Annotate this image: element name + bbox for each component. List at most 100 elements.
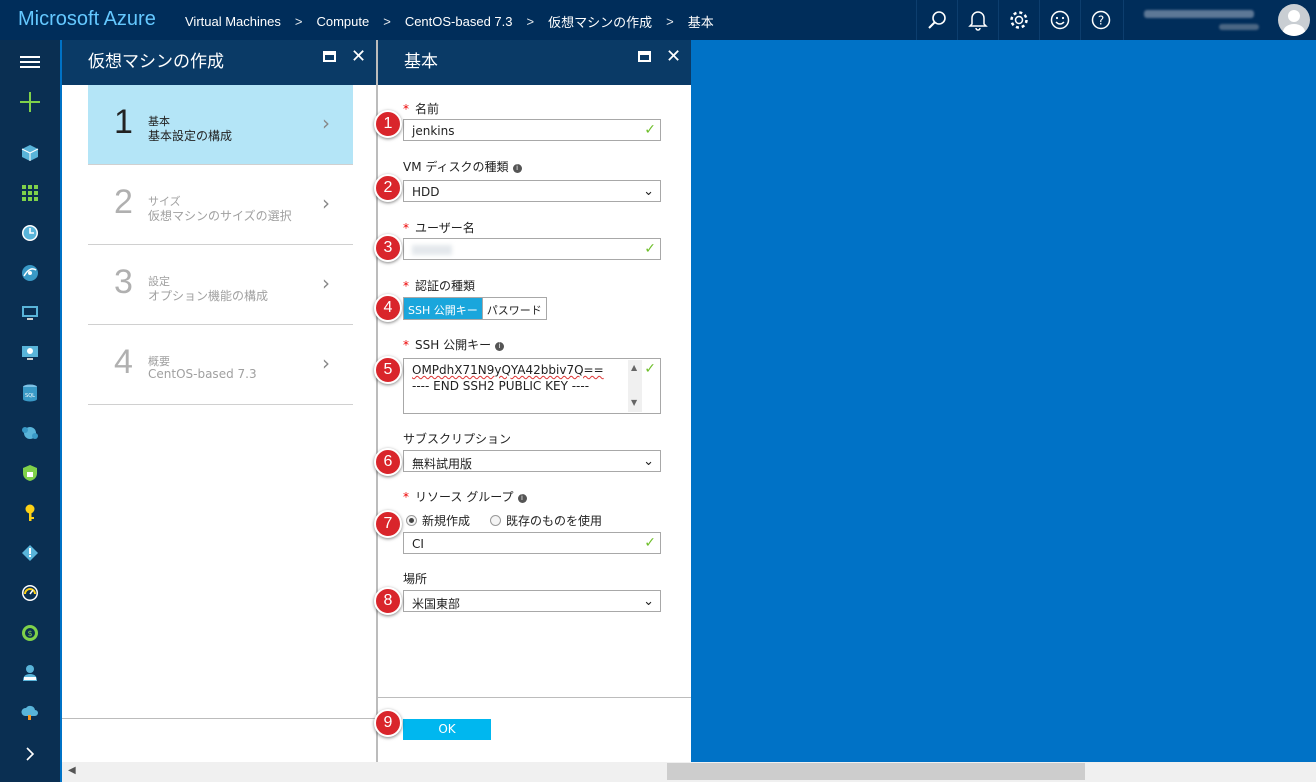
annotation-badge: 5 <box>374 356 402 384</box>
info-icon: i <box>512 164 522 173</box>
breadcrumb-basics[interactable]: 基本 <box>688 12 714 31</box>
ssh-key-hidden-line: ~~~~~~~~~~~~~~~~~~~~~~~~~~~~~~~~~~~~ <box>412 355 774 359</box>
smiley-icon[interactable] <box>1039 0 1080 40</box>
auth-type-label: * 認証の種類 <box>403 279 476 293</box>
step-basics[interactable]: 1 基本 基本設定の構成 › <box>88 85 353 165</box>
step-summary[interactable]: 4 概要 CentOS-based 7.3 › <box>88 325 353 405</box>
scroll-left-icon[interactable]: ◀ <box>68 765 76 776</box>
top-bar: Microsoft Azure Virtual Machines > Compu… <box>0 0 1316 40</box>
name-input[interactable]: jenkins ✓ <box>403 119 661 141</box>
devops-icon[interactable] <box>0 533 60 573</box>
breadcrumb-create-vm[interactable]: 仮想マシンの作成 <box>548 12 652 31</box>
maximize-icon[interactable] <box>323 51 336 62</box>
user-tenant-blurred <box>1219 24 1259 30</box>
subscription-select[interactable]: 無料試用版 ⌄ <box>403 450 661 472</box>
menu-icon[interactable] <box>0 42 60 82</box>
username-label: * ユーザー名 <box>403 221 475 235</box>
key-icon[interactable] <box>0 493 60 533</box>
close-icon[interactable]: ✕ <box>351 46 366 67</box>
textarea-scrollbar[interactable]: ▲ ▼ <box>628 360 642 412</box>
all-resources-icon[interactable] <box>0 173 60 213</box>
annotation-badge: 3 <box>374 234 402 262</box>
rg-new-radio[interactable]: 新規作成 <box>406 512 470 529</box>
location-select[interactable]: 米国東部 ⌄ <box>403 590 661 612</box>
chevron-right-icon: > <box>526 14 535 29</box>
breadcrumb-virtual-machines[interactable]: Virtual Machines <box>185 14 281 29</box>
svg-text:?: ? <box>1098 14 1104 28</box>
step-number: 1 <box>114 103 133 141</box>
close-icon[interactable]: ✕ <box>666 46 681 67</box>
blade-footer-divider <box>378 697 691 698</box>
help-icon[interactable]: ? <box>1080 0 1121 40</box>
gear-icon[interactable] <box>998 0 1039 40</box>
auth-type-toggle: SSH 公開キー パスワード <box>403 297 547 320</box>
rg-existing-radio[interactable]: 既存のものを使用 <box>490 512 602 529</box>
app-services-icon[interactable] <box>0 253 60 293</box>
breadcrumb: Virtual Machines > Compute > CentOS-base… <box>185 12 714 31</box>
cost-icon[interactable]: $ <box>0 613 60 653</box>
username-blurred <box>412 245 452 255</box>
name-value: jenkins <box>412 124 455 138</box>
step-settings[interactable]: 3 設定 オプション機能の構成 › <box>88 245 353 325</box>
disk-type-label: VM ディスクの種類 i <box>403 158 522 175</box>
breadcrumb-centos[interactable]: CentOS-based 7.3 <box>405 14 513 29</box>
bell-icon[interactable] <box>957 0 998 40</box>
left-nav: SQL $ <box>0 40 60 782</box>
chevron-down-icon: ⌄ <box>643 594 654 609</box>
ssh-key-label: * SSH 公開キー i <box>403 336 505 353</box>
brand-logo[interactable]: Microsoft Azure <box>18 8 156 31</box>
basics-blade: 基本 ✕ * 名前 jenkins ✓ VM ディスクの種類 i HDD ⌄ * ユー… <box>378 40 774 762</box>
recent-icon[interactable] <box>0 213 60 253</box>
breadcrumb-compute[interactable]: Compute <box>316 14 369 29</box>
username-input[interactable]: ✓ <box>403 238 661 260</box>
ok-button[interactable]: OK <box>403 719 491 740</box>
ssh-key-textarea[interactable]: ~~~~~~~~~~~~~~~~~~~~~~~~~~~~~~~~~~~~ OMP… <box>403 355 774 414</box>
subscription-value: 無料試用版 <box>412 457 473 471</box>
auth-ssh-option[interactable]: SSH 公開キー <box>404 298 482 319</box>
expand-icon[interactable] <box>0 734 60 774</box>
annotation-badge: 1 <box>374 110 402 138</box>
security-icon[interactable] <box>0 453 60 493</box>
blade-title: 仮想マシンの作成 <box>88 52 224 71</box>
user-icon[interactable] <box>0 653 60 693</box>
cosmos-icon[interactable] <box>0 413 60 453</box>
step-number: 2 <box>114 183 133 221</box>
name-label: * 名前 <box>403 102 440 116</box>
virtual-machines-icon[interactable] <box>0 293 60 333</box>
resource-group-label: * リソース グループ i <box>403 488 527 505</box>
resource-group-input[interactable]: CI ✓ <box>403 532 661 554</box>
disk-type-select[interactable]: HDD ⌄ <box>403 180 661 202</box>
step-size[interactable]: 2 サイズ 仮想マシンのサイズの選択 › <box>88 165 353 245</box>
resource-groups-icon[interactable] <box>0 133 60 173</box>
user-email-blurred <box>1144 10 1254 18</box>
annotation-badge: 2 <box>374 174 402 202</box>
user-account[interactable] <box>1123 0 1316 40</box>
cloud-services-icon[interactable] <box>0 333 60 373</box>
chevron-right-icon: > <box>666 14 674 29</box>
horizontal-scrollbar[interactable]: ◀ <box>62 762 1316 782</box>
new-plus-icon[interactable] <box>0 82 60 122</box>
auth-password-option[interactable]: パスワード <box>481 298 546 319</box>
blade-header: 仮想マシンの作成 ✕ <box>62 40 376 85</box>
radio-icon <box>490 515 501 526</box>
chevron-down-icon: ⌄ <box>643 454 654 469</box>
cloud-icon[interactable] <box>0 693 60 733</box>
search-icon[interactable] <box>916 0 957 40</box>
monitor-icon[interactable] <box>0 573 60 613</box>
chevron-down-icon: ⌄ <box>643 184 654 199</box>
avatar[interactable] <box>1278 4 1310 36</box>
maximize-icon[interactable] <box>638 51 651 62</box>
svg-text:SQL: SQL <box>25 393 35 399</box>
chevron-right-icon: › <box>322 191 330 215</box>
svg-text:$: $ <box>27 629 32 638</box>
chevron-right-icon: › <box>322 111 330 135</box>
check-icon: ✓ <box>644 361 656 377</box>
blade-title: 基本 <box>404 52 438 71</box>
scrollbar-thumb[interactable] <box>667 763 1085 780</box>
sql-icon[interactable]: SQL <box>0 373 60 413</box>
radio-selected-icon <box>406 515 417 526</box>
step-subtitle: 仮想マシンのサイズの選択 <box>148 209 292 223</box>
step-subtitle: CentOS-based 7.3 <box>148 367 257 381</box>
annotation-badge: 6 <box>374 448 402 476</box>
ssh-key-line: ---- END SSH2 PUBLIC KEY ---- <box>412 379 590 393</box>
